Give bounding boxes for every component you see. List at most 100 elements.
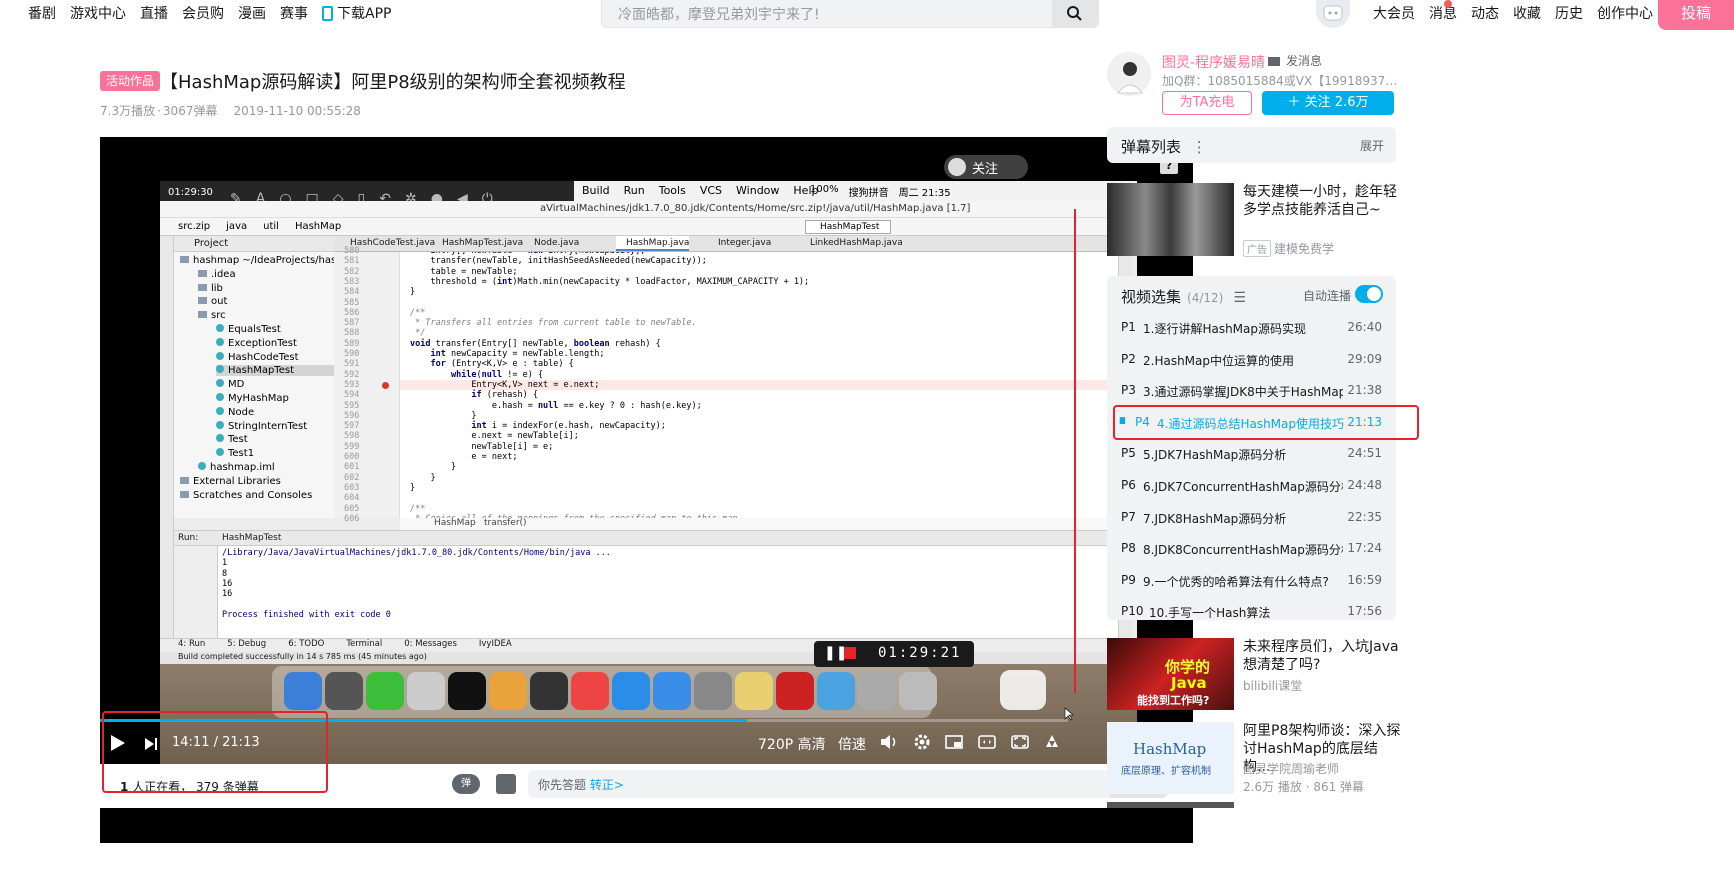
upload-button[interactable]: 投稿 xyxy=(1658,0,1734,30)
episode-item[interactable]: P7 7.JDK8HashMap源码分析 22:35 xyxy=(1107,502,1396,533)
pip-button[interactable] xyxy=(945,734,963,754)
widescreen-icon xyxy=(978,735,996,749)
danmaku-count: 3067弹幕 xyxy=(162,104,218,118)
tree-item-label: out xyxy=(211,296,228,308)
ad-title[interactable]: 每天建模一小时，趁年轻多学点技能养活自己~ xyxy=(1243,183,1403,219)
tree-item: MyHashMap xyxy=(216,393,289,404)
episode-title: 10.手写一个Hash算法 xyxy=(1149,606,1271,620)
expand-button[interactable]: 展开 xyxy=(1360,137,1384,154)
search-button[interactable] xyxy=(1052,0,1098,27)
code-line: e.next = newTable[i]; xyxy=(410,431,579,442)
ide-tool-window: 5: Debug xyxy=(227,639,267,649)
nav-item-game-center[interactable]: 游戏中心 xyxy=(70,3,126,23)
tree-item-label: hashmap.iml xyxy=(210,462,275,473)
fullscreen-button[interactable] xyxy=(1043,733,1061,755)
web-fullscreen-button[interactable] xyxy=(1011,734,1029,754)
episode-item[interactable]: P10 10.手写一个Hash算法 17:56 xyxy=(1107,596,1396,620)
nav-item-anime[interactable]: 番剧 xyxy=(28,3,56,23)
settings-button[interactable] xyxy=(913,733,931,755)
code-line: table = newTable; xyxy=(410,266,518,277)
tree-item-label: Node xyxy=(228,406,255,418)
user-avatar[interactable] xyxy=(1316,0,1350,28)
danmaku-toggle[interactable]: 弹 xyxy=(452,774,480,794)
nav-item-vip[interactable]: 大会员 xyxy=(1373,3,1415,23)
search-bar[interactable]: 冷面皓都，摩登兄弟刘宇宁来了! xyxy=(601,0,1099,28)
speed-button[interactable]: 倍速 xyxy=(838,734,866,754)
danmaku-settings-icon[interactable] xyxy=(496,774,516,794)
toggle-knob xyxy=(1367,287,1381,301)
recommend-thumbnail-3[interactable] xyxy=(1107,802,1234,808)
recommend-title-1[interactable]: 未来程序员们，入坑Java想清楚了吗? xyxy=(1243,638,1403,674)
recommend-thumbnail-1[interactable]: 你学的 Java 能找到工作吗? xyxy=(1107,638,1234,710)
tree-item-label: StringInternTest xyxy=(228,420,308,432)
code-line: } xyxy=(410,482,416,493)
follow-button[interactable]: ＋ 关注 2.6万 xyxy=(1262,91,1394,115)
nav-item-messages[interactable]: 消息 xyxy=(1429,3,1457,23)
editor-breadcrumb: HashMap transfer() xyxy=(400,518,1118,530)
ad-thumbnail[interactable] xyxy=(1107,183,1234,256)
tree-item-label: EqualsTest xyxy=(228,324,281,335)
episode-item[interactable]: P6 6.JDK7ConcurrentHashMap源码分析 24:48 xyxy=(1107,470,1396,501)
nav-item-manga[interactable]: 漫画 xyxy=(238,3,266,23)
episode-item[interactable]: P8 8.JDK8ConcurrentHashMap源码分析 17:24 xyxy=(1107,533,1396,564)
activity-tag[interactable]: 活动作品 xyxy=(100,71,161,91)
up-avatar[interactable] xyxy=(1107,52,1151,96)
up-name[interactable]: 图灵-程序媛易晴 xyxy=(1162,52,1265,72)
tree-item: .idea xyxy=(198,269,236,280)
line-number: 587 xyxy=(344,318,360,329)
run-label: Run: xyxy=(178,533,199,543)
episode-item[interactable]: P9 9.一个优秀的哈希算法有什么特点? 16:59 xyxy=(1107,565,1396,596)
danmaku-list-header[interactable]: 弹幕列表 ⋮ 展开 xyxy=(1107,127,1396,163)
search-input[interactable]: 冷面皓都，摩登兄弟刘宇宁来了! xyxy=(618,4,820,24)
recommend-author-1[interactable]: bilibili课堂 xyxy=(1243,677,1302,694)
thumb2-text-b: 底层原理、扩容机制 xyxy=(1121,766,1211,777)
ide-tool-window: 0: Messages xyxy=(404,639,457,649)
episode-item[interactable]: P1 1.逐行讲解HashMap源码实现 26:40 xyxy=(1107,312,1396,343)
console-line: 16 xyxy=(222,578,233,589)
code-line: while(null != e) { xyxy=(450,369,544,380)
episode-number: P8 xyxy=(1121,541,1136,556)
ad-tag: 广告 xyxy=(1243,240,1271,257)
recorder-time: 01:29:30 xyxy=(168,187,213,198)
nav-item-mall[interactable]: 会员购 xyxy=(182,3,224,23)
charge-button[interactable]: 为TA充电 xyxy=(1162,91,1252,115)
nav-item-favorites[interactable]: 收藏 xyxy=(1513,3,1541,23)
clock: 周二 21:35 xyxy=(898,188,951,199)
episode-item[interactable]: P3 3.通过源码掌握JDK8中关于HashMap的... 21:38 xyxy=(1107,375,1396,406)
danmaku-input[interactable]: 你先答题 转正> 发送 xyxy=(528,770,1168,798)
line-number: 585 xyxy=(344,297,360,308)
nav-item-esports[interactable]: 赛事 xyxy=(280,3,308,23)
volume-button[interactable] xyxy=(880,734,898,754)
dock-app-icon xyxy=(448,672,486,710)
episode-item[interactable]: P5 5.JDK7HashMap源码分析 24:51 xyxy=(1107,438,1396,469)
widescreen-button[interactable] xyxy=(978,734,996,754)
code-line: transfer(newTable, initHashSeedAsNeeded(… xyxy=(410,256,707,267)
answer-link[interactable]: 转正> xyxy=(590,778,624,792)
more-icon[interactable]: ⋮ xyxy=(1192,138,1207,156)
send-message-button[interactable]: 发消息 xyxy=(1268,52,1322,69)
recording-indicator: ❚❚ 01:29:21 xyxy=(814,641,974,667)
class-icon xyxy=(216,337,224,346)
line-number: 582 xyxy=(344,266,360,277)
nav-item-download-app[interactable]: 下载APP xyxy=(322,3,405,23)
thumb1-text-b: Java xyxy=(1171,674,1207,692)
nav-item-dynamic[interactable]: 动态 xyxy=(1471,3,1499,23)
nav-item-history[interactable]: 历史 xyxy=(1555,3,1583,23)
line-number: 584 xyxy=(344,287,360,298)
list-icon[interactable]: ☰ xyxy=(1233,290,1246,306)
recommend-author-2[interactable]: 图灵学院周瑜老师 xyxy=(1243,760,1339,777)
episode-duration: 26:40 xyxy=(1347,320,1382,334)
recommend-thumbnail-2[interactable]: HashMap 底层原理、扩容机制 xyxy=(1107,722,1234,794)
episode-duration: 24:51 xyxy=(1347,446,1382,461)
episode-item[interactable]: P2 2.HashMap中位运算的使用 29:09 xyxy=(1107,344,1396,375)
player-follow-button[interactable]: 关注 xyxy=(944,155,1028,179)
quality-button[interactable]: 720P 高清 xyxy=(758,734,826,754)
dock-app-icon xyxy=(571,672,609,710)
episode-title: 5.JDK7HashMap源码分析 xyxy=(1143,448,1287,463)
code-line: threshold = (int)Math.min(newCapacity * … xyxy=(410,276,810,287)
tree-item: src xyxy=(198,310,226,321)
video-meta: 7.3万播放 · 3067弹幕 2019-11-10 00:55:28 xyxy=(100,102,377,119)
nav-item-creator-center[interactable]: 创作中心 xyxy=(1597,3,1653,23)
nav-item-live[interactable]: 直播 xyxy=(140,3,168,23)
autoplay-toggle[interactable] xyxy=(1355,285,1383,303)
